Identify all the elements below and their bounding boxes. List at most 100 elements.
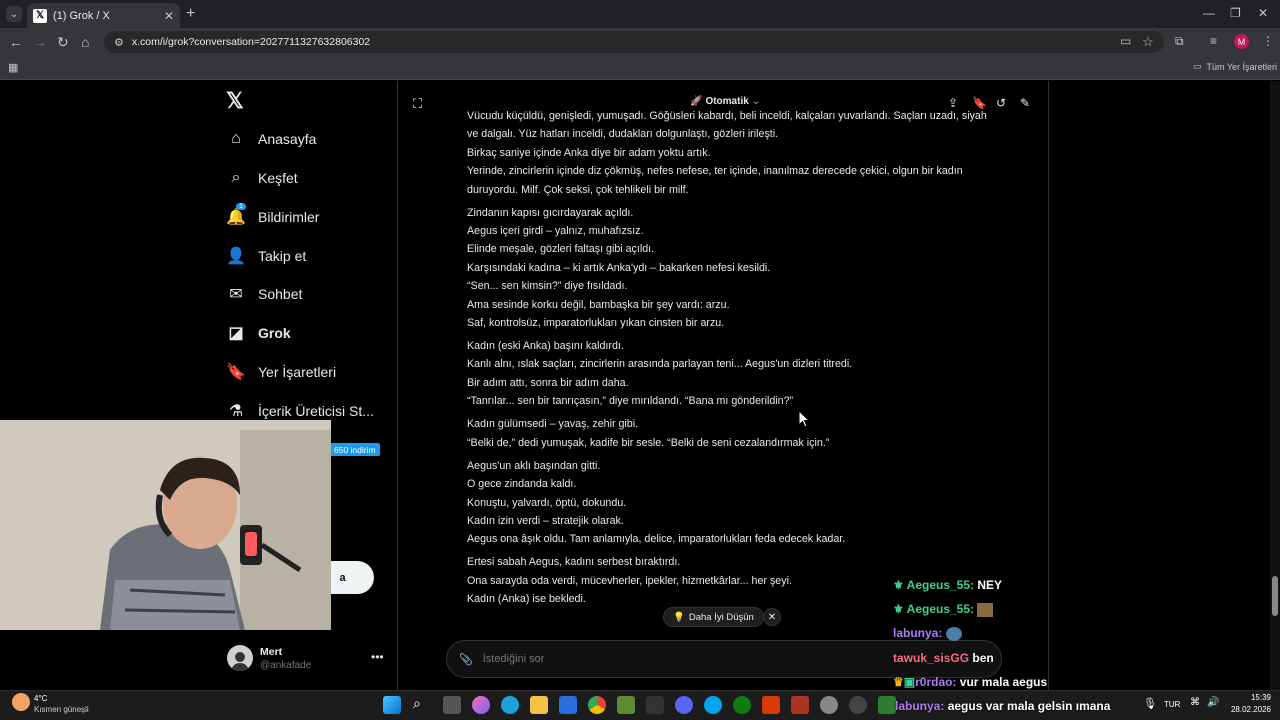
chrome-icon[interactable] xyxy=(588,696,606,714)
history-icon[interactable]: ↺ xyxy=(996,96,1006,110)
text-line: “Belki de,” dedi yumuşak, kadife bir ses… xyxy=(467,436,830,449)
mouse-cursor-icon xyxy=(798,410,810,428)
rocket-icon: 🚀 xyxy=(690,96,703,107)
explorer-icon[interactable] xyxy=(530,696,548,714)
back-icon[interactable]: ← xyxy=(9,34,23,50)
edge-icon[interactable] xyxy=(501,696,519,714)
think-better-button[interactable]: 💡 Daha İyi Düşün xyxy=(663,607,764,627)
streamer-image xyxy=(0,420,331,630)
sidebar-item-bookmarks[interactable]: 🔖 Yer İşaretleri xyxy=(226,360,336,384)
tab-search-icon[interactable]: ⌄ xyxy=(6,6,22,22)
text-line: Kanlı alnı, ıslak saçları, zincirlerin a… xyxy=(467,358,853,371)
sidebar-item-home[interactable]: ⌂ Anasayfa xyxy=(226,127,316,151)
mode-selector[interactable]: 🚀 Otomatik ⌄ xyxy=(690,96,760,107)
obs-icon[interactable] xyxy=(820,696,838,714)
promo-badge[interactable]: 650 indirim xyxy=(330,443,380,456)
office-icon[interactable] xyxy=(762,696,780,714)
minecraft-icon[interactable] xyxy=(617,696,635,714)
page-scrollbar[interactable] xyxy=(1270,81,1280,690)
text-line: Aegus ona âşık oldu. Tam anlamıyla, deli… xyxy=(467,533,846,546)
steam-icon[interactable] xyxy=(849,696,867,714)
attach-icon[interactable]: 📎 xyxy=(459,653,473,666)
text-line: Kadın izin verdi – stratejik olarak. xyxy=(467,514,624,527)
minimize-icon[interactable]: — xyxy=(1203,6,1215,20)
weather-icon[interactable] xyxy=(12,693,30,711)
menu-icon[interactable]: ⋮ xyxy=(1262,34,1274,48)
person-add-icon: 👤 xyxy=(226,248,246,265)
chat-text: vur mala aegus xyxy=(959,675,1048,689)
new-tab-icon[interactable]: + xyxy=(186,5,195,23)
paragraph: Zindanın kapısı gıcırdayarak açıldı. Aeg… xyxy=(467,204,987,333)
text-line: Konuştu, yalvardı, öptü, dokundu. xyxy=(467,496,627,509)
badge-icon: ⚜ xyxy=(893,602,904,616)
sidebar-item-chat[interactable]: ✉ Sohbet xyxy=(226,282,302,306)
profile-avatar[interactable]: M xyxy=(1234,34,1249,49)
network-icon[interactable]: ⌘ xyxy=(1190,697,1200,708)
chat-user: tawuk_sisGG xyxy=(893,651,970,665)
search-icon[interactable]: ⌕ xyxy=(413,695,421,712)
task-view-icon[interactable] xyxy=(443,696,461,714)
all-bookmarks[interactable]: ▭ Tüm Yer İşaretleri xyxy=(1193,61,1277,72)
sidebar-item-follow[interactable]: 👤 Takip et xyxy=(226,244,306,268)
sidebar-item-label: Keşfet xyxy=(258,170,298,186)
reload-icon[interactable]: ↻ xyxy=(57,34,69,51)
clock-date[interactable]: 28.02.2026 xyxy=(1227,705,1271,714)
weather-temp: 4°C xyxy=(34,694,48,703)
chat-message: labunya: aegus var mala gelsin ımana xyxy=(895,699,1110,713)
clock-time[interactable]: 15:39 xyxy=(1233,693,1271,702)
bookmark-star-icon[interactable]: ☆ xyxy=(1142,34,1154,50)
paragraph: Vücudu küçüldü, genişledi, yumuşadı. Göğ… xyxy=(467,107,987,199)
capcut-icon[interactable] xyxy=(646,696,664,714)
language-indicator[interactable]: TUR xyxy=(1164,700,1180,709)
x-logo-icon: 𝕏 xyxy=(33,8,47,23)
close-tab-icon[interactable]: ✕ xyxy=(164,9,174,23)
microphone-icon[interactable]: 🎙 xyxy=(1143,697,1157,710)
extensions-icon[interactable]: ⧉ xyxy=(1175,34,1184,49)
xbox-icon[interactable] xyxy=(733,696,751,714)
app-icon[interactable] xyxy=(791,696,809,714)
chat-message: ⚜ Aegeus_55: xyxy=(893,602,994,617)
text-line: Aegus'un aklı başından gitti. xyxy=(467,459,601,472)
home-icon[interactable]: ⌂ xyxy=(81,34,89,50)
cast-icon[interactable]: ▭ xyxy=(1120,34,1131,48)
start-icon[interactable] xyxy=(383,696,401,714)
copilot-icon[interactable] xyxy=(472,696,490,714)
site-info-icon[interactable]: ⚙ xyxy=(114,36,124,49)
sidebar-item-grok[interactable]: ◪ Grok xyxy=(226,321,290,345)
text-line: Aegus içeri girdi – yalnız, muhafızsız. xyxy=(467,225,644,238)
url-field[interactable]: ⚙ x.com/i/grok?conversation=202771132763… xyxy=(104,31,1164,53)
chat-user: labunya: xyxy=(893,626,943,640)
maximize-icon[interactable]: ❐ xyxy=(1230,6,1241,20)
scrollbar-thumb[interactable] xyxy=(1272,576,1278,616)
chat-text: ben xyxy=(972,651,994,665)
text-line: “Sen... sen kimsin?” diye fısıldadı. xyxy=(467,280,628,293)
text-line: Kadın (eski Anka) başını kaldırdı. xyxy=(467,340,624,353)
notification-badge: 1 xyxy=(236,203,246,210)
kick-icon[interactable] xyxy=(878,696,896,714)
globe-icon[interactable] xyxy=(704,696,722,714)
home-icon: ⌂ xyxy=(231,130,241,147)
apps-icon[interactable]: ▦ xyxy=(8,61,18,74)
close-icon[interactable]: ✕ xyxy=(763,608,781,626)
x-logo-icon[interactable]: 𝕏 xyxy=(226,88,244,114)
sidebar-item-notifications[interactable]: 🔔 1 Bildirimler xyxy=(226,203,319,229)
reading-list-icon[interactable]: ≡ xyxy=(1210,34,1217,48)
sidebar-item-explore[interactable]: ⌕ Keşfet xyxy=(226,166,298,190)
crown-icon: ♛ xyxy=(893,675,904,689)
user-avatar[interactable] xyxy=(227,645,253,671)
paragraph: Aegus'un aklı başından gitti. O gece zin… xyxy=(467,457,987,549)
more-options-icon[interactable]: ••• xyxy=(371,650,384,664)
user-handle: @ankafade xyxy=(260,660,312,671)
volume-icon[interactable]: 🔊 xyxy=(1207,697,1219,708)
expand-icon[interactable]: ⛶ xyxy=(413,96,422,112)
discord-icon[interactable] xyxy=(675,696,693,714)
close-window-icon[interactable]: ✕ xyxy=(1258,6,1268,20)
tab-title: (1) Grok / X xyxy=(53,9,110,22)
weather-desc: Kısmen güneşli xyxy=(34,705,89,714)
new-chat-icon[interactable]: ✎ xyxy=(1020,96,1030,110)
chat-user: Aegeus_55: xyxy=(906,578,975,592)
browser-tab[interactable]: 𝕏 (1) Grok / X ✕ xyxy=(27,3,180,28)
forward-icon[interactable]: → xyxy=(33,34,47,50)
store-icon[interactable] xyxy=(559,696,577,714)
lightbulb-icon: 💡 xyxy=(673,611,685,623)
